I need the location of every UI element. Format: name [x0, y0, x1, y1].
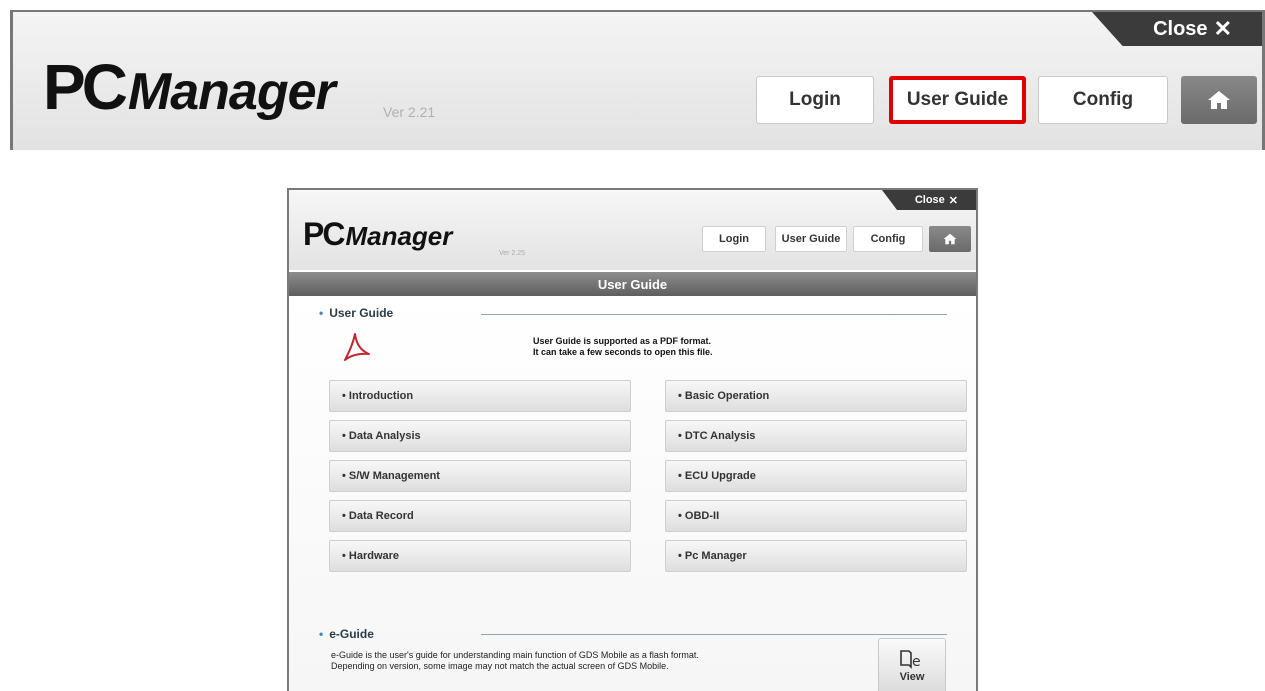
user-guide-title-text: User Guide — [329, 306, 394, 320]
close-button[interactable]: Close ✕ — [1092, 12, 1262, 46]
guide-introduction-button[interactable]: • Introduction — [329, 380, 631, 412]
close-icon: ✕ — [1213, 16, 1232, 41]
guide-sw-management-button[interactable]: • S/W Management — [329, 460, 631, 492]
logo-manager: Manager — [127, 63, 336, 121]
version-label: Ver 2.21 — [383, 104, 436, 120]
user-guide-button[interactable]: User Guide — [889, 76, 1026, 124]
window-login-button[interactable]: Login — [702, 226, 766, 252]
guide-basic-operation-button[interactable]: • Basic Operation — [665, 380, 967, 412]
e-guide-section-title: • e-Guide — [319, 627, 374, 641]
e-guide-bullet-icon: • — [319, 627, 324, 641]
guide-pc-manager-button[interactable]: • Pc Manager — [665, 540, 967, 572]
logo-pc: PC — [43, 51, 128, 123]
section-divider — [481, 314, 947, 315]
book-icon: e — [900, 649, 921, 669]
view-label: View — [899, 670, 925, 683]
pc-manager-window: PCManager Ver 2.25 Close ✕ Login User Gu… — [287, 188, 978, 691]
e-guide-description: e-Guide is the user's guide for understa… — [331, 650, 699, 672]
user-guide-section-title: • User Guide — [319, 306, 393, 320]
window-header: PCManager Ver 2.25 Close ✕ Login User Gu… — [289, 190, 976, 270]
login-button[interactable]: Login — [756, 76, 874, 124]
title-bar: User Guide — [289, 272, 976, 296]
guide-dtc-analysis-button[interactable]: • DTC Analysis — [665, 420, 967, 452]
guide-data-analysis-button[interactable]: • Data Analysis — [329, 420, 631, 452]
window-logo-manager: Manager — [345, 221, 453, 251]
window-version-label: Ver 2.25 — [499, 250, 526, 257]
e-guide-line1: e-Guide is the user's guide for understa… — [331, 650, 699, 660]
guide-data-record-button[interactable]: • Data Record — [329, 500, 631, 532]
svg-text:e: e — [912, 654, 921, 669]
window-user-guide-button[interactable]: User Guide — [775, 226, 847, 252]
home-button[interactable] — [1181, 76, 1257, 124]
pdf-note: User Guide is supported as a PDF format.… — [533, 336, 713, 358]
e-guide-view-button[interactable]: e View — [878, 638, 946, 691]
app-logo: PCManager — [43, 50, 336, 124]
guide-ecu-upgrade-button[interactable]: • ECU Upgrade — [665, 460, 967, 492]
window-home-button[interactable] — [929, 226, 971, 252]
pdf-icon — [344, 333, 370, 361]
window-home-icon — [943, 233, 957, 245]
e-guide-title-text: e-Guide — [329, 627, 374, 641]
guide-obd-ii-button[interactable]: • OBD-II — [665, 500, 967, 532]
e-guide-divider — [481, 634, 947, 635]
window-logo: PCManager — [303, 216, 452, 253]
pdf-note-line2: It can take a few seconds to open this f… — [533, 347, 713, 357]
config-button[interactable]: Config — [1038, 76, 1168, 124]
pdf-note-line1: User Guide is supported as a PDF format. — [533, 336, 712, 346]
window-close-button[interactable]: Close ✕ — [882, 190, 976, 210]
window-close-icon: ✕ — [948, 194, 958, 207]
home-icon — [1208, 91, 1230, 109]
zoomed-header: PCManager Ver 2.21 Close ✕ Login User Gu… — [10, 10, 1265, 150]
e-guide-line2: Depending on version, some image may not… — [331, 661, 669, 671]
window-close-label: Close — [914, 194, 945, 206]
window-config-button[interactable]: Config — [853, 226, 923, 252]
window-logo-pc: PC — [303, 216, 345, 252]
guide-hardware-button[interactable]: • Hardware — [329, 540, 631, 572]
section-bullet-icon: • — [319, 306, 324, 320]
close-label: Close — [1153, 17, 1208, 40]
window-body: • User Guide User Guide is supported as a… — [289, 296, 976, 691]
